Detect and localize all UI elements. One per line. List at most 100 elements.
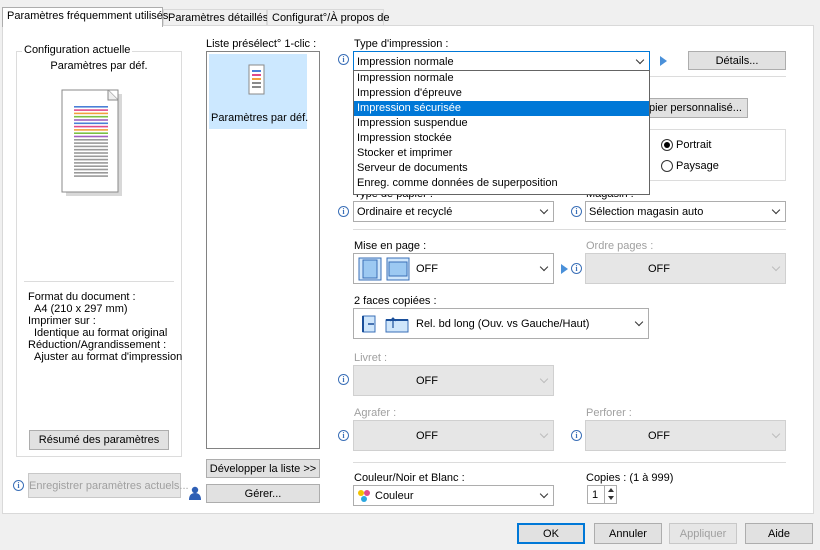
preview-line	[74, 168, 108, 171]
preset-list-label: Liste présélect° 1-clic :	[206, 38, 317, 50]
print-type-option[interactable]: Stocker et imprimer	[354, 146, 649, 161]
preview-line	[74, 122, 108, 125]
save-current-settings-button[interactable]: Enregistrer paramètres actuels...	[28, 473, 189, 498]
help-button[interactable]: Aide	[745, 523, 813, 544]
preview-line	[74, 125, 108, 128]
duplex-value: Rel. bd long (Ouv. vs Gauche/Haut)	[416, 318, 590, 330]
portrait-radio[interactable]	[661, 139, 673, 151]
reduction-label: Réduction/Agrandissement :	[28, 339, 167, 351]
preview-line	[74, 148, 108, 151]
info-icon[interactable]: i	[571, 263, 582, 274]
info-icon[interactable]: i	[338, 374, 349, 385]
preview-line	[74, 129, 108, 131]
copies-spinner[interactable]: 1	[587, 485, 617, 504]
staple-select[interactable]: OFF	[353, 420, 554, 451]
arrow-down-icon[interactable]	[608, 496, 614, 500]
color-label: Couleur/Noir et Blanc :	[354, 472, 465, 484]
preset-item-default[interactable]: Paramètres par déf.	[209, 54, 308, 129]
layout-icon	[358, 257, 410, 281]
ok-button[interactable]: OK	[517, 523, 585, 544]
punch-select[interactable]: OFF	[585, 420, 786, 451]
spinner-arrows	[604, 486, 616, 503]
manage-button[interactable]: Gérer...	[206, 484, 320, 503]
punch-label: Perforer :	[586, 407, 632, 419]
booklet-select[interactable]: OFF	[353, 365, 554, 396]
info-icon[interactable]: i	[13, 480, 24, 491]
preview-line	[74, 112, 108, 115]
preview-line	[74, 119, 108, 121]
doc-format-label: Format du document :	[28, 291, 136, 303]
preview-line	[74, 162, 108, 164]
color-palette-icon	[358, 490, 370, 502]
page-order-label: Ordre pages :	[586, 240, 654, 252]
preview-line	[74, 106, 108, 108]
print-type-option[interactable]: Impression normale	[354, 71, 649, 86]
layout-label: Mise en page :	[354, 240, 427, 252]
print-type-select[interactable]: Impression normale	[353, 51, 650, 72]
chevron-down-icon	[539, 489, 549, 499]
print-on-label: Imprimer sur :	[28, 315, 96, 327]
arrow-right-icon	[660, 56, 667, 66]
preview-line	[74, 139, 108, 141]
info-icon[interactable]: i	[338, 206, 349, 217]
page-order-select[interactable]: OFF	[585, 253, 786, 284]
tab-configuration-about[interactable]: Configurat°/À propos de	[267, 9, 390, 26]
print-type-option[interactable]: Impression d'épreuve	[354, 86, 649, 101]
chevron-down-icon	[771, 205, 781, 215]
apply-button[interactable]: Appliquer	[669, 523, 737, 544]
cancel-button[interactable]: Annuler	[594, 523, 662, 544]
landscape-radio[interactable]	[661, 160, 673, 172]
portrait-label: Portrait	[676, 139, 712, 151]
details-button[interactable]: Détails...	[688, 51, 786, 70]
tray-select[interactable]: Sélection magasin auto	[585, 201, 786, 222]
tray-value: Sélection magasin auto	[589, 206, 704, 218]
preset-document-icon	[248, 64, 265, 95]
chevron-down-icon	[771, 262, 781, 272]
chevron-down-icon	[539, 205, 549, 215]
duplex-select[interactable]: Rel. bd long (Ouv. vs Gauche/Haut)	[353, 308, 649, 339]
punch-value: OFF	[648, 430, 670, 442]
arrow-up-icon[interactable]	[608, 488, 614, 492]
tab-frequent-settings[interactable]: Paramètres fréquemment utilisés	[2, 7, 168, 27]
chevron-down-icon	[539, 262, 549, 272]
preview-line	[74, 158, 108, 161]
preview-line	[74, 135, 108, 138]
settings-summary-button[interactable]: Résumé des paramètres	[29, 430, 169, 450]
print-type-option[interactable]: Impression sécurisée	[354, 101, 649, 116]
user-icon	[189, 486, 201, 500]
print-on-value: Identique au format original	[34, 327, 168, 339]
preview-line	[74, 172, 108, 174]
print-type-option[interactable]: Enreg. comme données de superposition	[354, 176, 649, 191]
preset-list[interactable]: Paramètres par déf.	[206, 51, 320, 449]
layout-select[interactable]: OFF	[353, 253, 554, 284]
copies-value[interactable]: 1	[592, 489, 598, 501]
info-icon[interactable]: i	[338, 54, 349, 65]
reduction-value: Ajuster au format d'impression	[34, 351, 183, 363]
chevron-down-icon	[771, 429, 781, 439]
duplex-icon	[362, 315, 409, 333]
staple-label: Agrafer :	[354, 407, 397, 419]
print-type-option[interactable]: Impression suspendue	[354, 116, 649, 131]
current-config-subtitle: Paramètres par déf.	[50, 60, 148, 72]
info-icon[interactable]: i	[571, 206, 582, 217]
booklet-value: OFF	[416, 375, 438, 387]
page-order-value: OFF	[648, 263, 670, 275]
preview-line	[74, 132, 108, 134]
paper-type-select[interactable]: Ordinaire et recyclé	[353, 201, 554, 222]
color-select[interactable]: Couleur	[353, 485, 554, 506]
expand-list-button[interactable]: Développer la liste >>	[206, 459, 320, 478]
arrow-right-icon	[561, 264, 568, 274]
copies-label: Copies : (1 à 999)	[586, 472, 674, 484]
print-type-option[interactable]: Impression stockée	[354, 131, 649, 146]
info-icon[interactable]: i	[571, 430, 582, 441]
chevron-down-icon	[539, 374, 549, 384]
print-type-option[interactable]: Serveur de documents	[354, 161, 649, 176]
chevron-down-icon	[539, 429, 549, 439]
color-value: Couleur	[375, 490, 414, 502]
divider	[353, 462, 786, 463]
info-icon[interactable]: i	[338, 430, 349, 441]
print-type-dropdown[interactable]: Impression normale Impression d'épreuve Im…	[353, 70, 650, 195]
divider	[24, 281, 174, 282]
custom-paper-button[interactable]: pier personnalisé...	[640, 98, 748, 118]
tab-detailed-settings[interactable]: Paramètres détaillés	[163, 9, 268, 26]
